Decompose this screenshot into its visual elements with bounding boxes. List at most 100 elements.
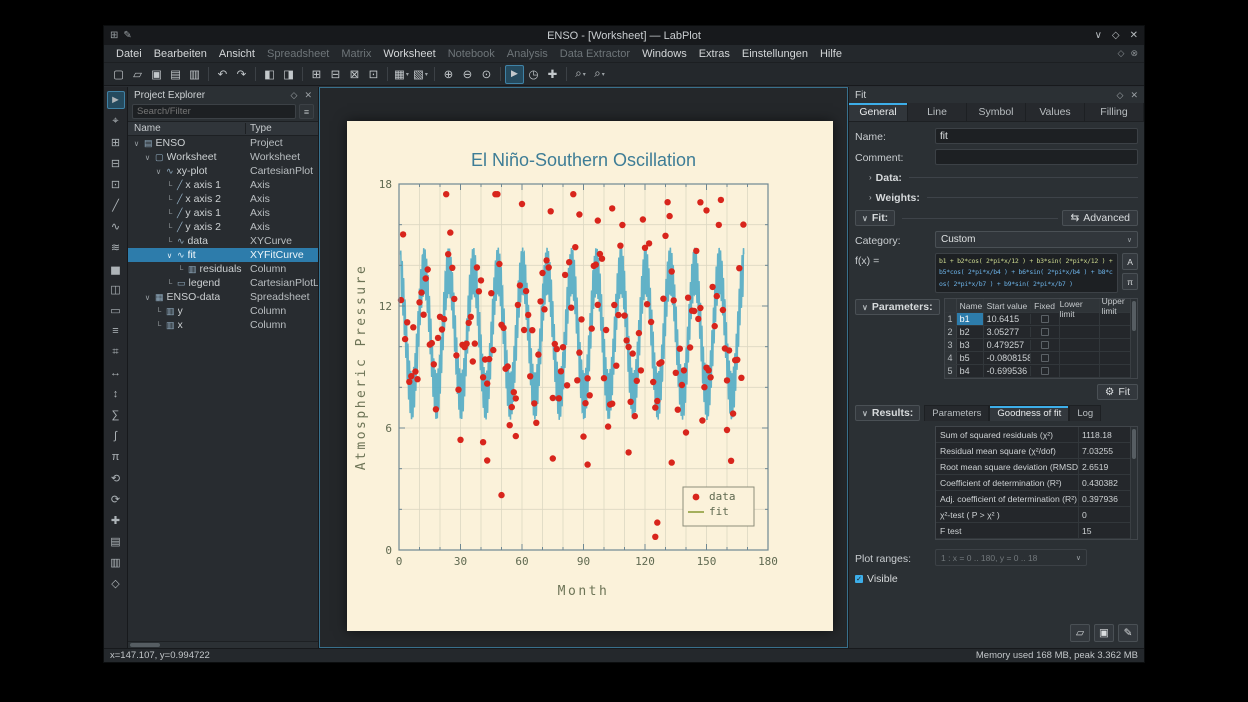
diagonal-axis-icon[interactable]: ╱ — [107, 196, 125, 214]
plot-ranges-select[interactable]: 1 : x = 0 .. 180, y = 0 .. 18∨ — [935, 549, 1087, 566]
tab-symbol[interactable]: Symbol — [967, 103, 1026, 121]
column-header-type[interactable]: Type — [246, 123, 318, 134]
fixed-checkbox[interactable] — [1041, 354, 1049, 362]
param-name-cell[interactable]: b2 — [957, 326, 984, 338]
title-bar[interactable]: ⊞ ✎ ENSO - [Worksheet] — LabPlot ∨ ◇ ✕ — [104, 26, 1144, 45]
search-input[interactable] — [132, 104, 296, 119]
param-name-cell[interactable]: b4 — [957, 365, 984, 377]
add-plot-icon[interactable]: ▦▾ — [392, 65, 411, 84]
menu-extras[interactable]: Extras — [693, 48, 736, 60]
insert-constants-button[interactable]: A — [1122, 253, 1138, 270]
menu-windows[interactable]: Windows — [636, 48, 693, 60]
layout-rows-icon[interactable]: ▤ — [107, 532, 125, 550]
tree-item-enso[interactable]: ∨▤ENSOProject — [128, 136, 318, 150]
menu-spreadsheet[interactable]: Spreadsheet — [261, 48, 335, 60]
save-template-button[interactable]: ▣ — [1094, 624, 1114, 642]
zoom-in-icon[interactable]: ⊕ — [439, 65, 458, 84]
scale-y-icon[interactable]: ↕ — [107, 385, 125, 403]
redo-icon[interactable]: ↷ — [232, 65, 251, 84]
param-row-b3[interactable]: 3b30.479257 — [945, 339, 1130, 352]
print-preview-icon[interactable]: ▥ — [185, 65, 204, 84]
scale-x-icon[interactable]: ↔ — [107, 364, 125, 382]
data-section-header[interactable]: Data: — [876, 172, 902, 184]
param-fixed-cell[interactable] — [1031, 339, 1060, 351]
shape-icon[interactable]: ◇ — [107, 574, 125, 592]
edit-template-button[interactable]: ✎ — [1118, 624, 1138, 642]
results-tab-log[interactable]: Log — [1069, 405, 1101, 421]
parameters-table[interactable]: NameStart valueFixedLower limitUpper lim… — [944, 298, 1138, 379]
param-start-value-cell[interactable]: -0.0808158 — [984, 353, 1031, 363]
results-table[interactable]: Sum of squared residuals (χ²)1118.18Resi… — [935, 426, 1138, 540]
param-row-b4[interactable]: 5b4-0.699536 — [945, 365, 1130, 378]
add-plot-area-icon[interactable]: ⊡ — [107, 175, 125, 193]
tree-item-fit[interactable]: ∨∿fitXYFitCurve — [128, 248, 318, 262]
results-section-header[interactable]: ∨Results: — [855, 405, 920, 421]
new-matrix-icon[interactable]: ⊟ — [326, 65, 345, 84]
param-lower-limit-cell[interactable] — [1060, 313, 1100, 325]
crosshair-icon[interactable]: ✚ — [543, 65, 562, 84]
new-worksheet-icon[interactable]: ⊠ — [345, 65, 364, 84]
add-text-icon[interactable]: ≡ — [107, 322, 125, 340]
menu-hilfe[interactable]: Hilfe — [814, 48, 848, 60]
magnification-icon[interactable]: ⌕▾ — [571, 65, 590, 84]
menu-bearbeiten[interactable]: Bearbeiten — [148, 48, 213, 60]
new-notebook-icon[interactable]: ⊡ — [364, 65, 383, 84]
menu-analysis[interactable]: Analysis — [501, 48, 554, 60]
tree-item-y[interactable]: └▥yColumn — [128, 304, 318, 318]
explorer-hscrollbar[interactable] — [128, 641, 318, 648]
select-pointer-icon[interactable]: ► — [505, 65, 524, 84]
zoom-select-icon[interactable]: ⌖ — [107, 112, 125, 130]
param-start-value-cell[interactable]: 3.05277 — [984, 327, 1031, 337]
results-tab-parameters[interactable]: Parameters — [924, 405, 989, 421]
rotate-right-icon[interactable]: ⟳ — [107, 490, 125, 508]
presenter-mode-icon[interactable]: ⌕▾ — [590, 65, 609, 84]
weights-section-chevron-icon[interactable]: › — [869, 193, 872, 202]
data-section-chevron-icon[interactable]: › — [869, 173, 872, 182]
toggle-explorer-icon[interactable]: ◧ — [260, 65, 279, 84]
name-field[interactable] — [935, 128, 1138, 144]
parameters-section-header[interactable]: ∨Parameters: — [855, 299, 940, 315]
add-smooth-icon[interactable]: ≋ — [107, 238, 125, 256]
mdi-close-button[interactable]: ⊗ — [1130, 48, 1138, 59]
insert-functions-button[interactable]: π — [1122, 273, 1138, 290]
expand-arrow-icon[interactable]: ∨ — [132, 139, 141, 148]
menu-ansicht[interactable]: Ansicht — [213, 48, 261, 60]
tab-line[interactable]: Line — [908, 103, 967, 121]
tab-values[interactable]: Values — [1026, 103, 1085, 121]
add-grid-lines-icon[interactable]: ⌗ — [107, 343, 125, 361]
visible-checkbox[interactable]: ✓ — [855, 575, 863, 583]
weights-section-header[interactable]: Weights: — [876, 192, 920, 204]
param-start-value-cell[interactable]: 10.6415 — [984, 314, 1031, 324]
tree-item-legend[interactable]: └▭legendCartesianPlotLegen — [128, 276, 318, 290]
mouse-mode-icon[interactable]: ► — [107, 91, 125, 109]
param-fixed-cell[interactable] — [1031, 352, 1060, 364]
menu-matrix[interactable]: Matrix — [335, 48, 377, 60]
save-project-icon[interactable]: ▣ — [147, 65, 166, 84]
dock-close-button[interactable]: ✕ — [1130, 90, 1138, 101]
menu-notebook[interactable]: Notebook — [442, 48, 501, 60]
menu-worksheet[interactable]: Worksheet — [377, 48, 441, 60]
minimize-button[interactable]: ∨ — [1095, 26, 1102, 45]
param-lower-limit-cell[interactable] — [1060, 352, 1100, 364]
tree-item-residuals[interactable]: └▥residualsColumn — [128, 262, 318, 276]
formula-editor[interactable]: b1 + b2*cos( 2*pi*x/12 ) + b3*sin( 2*pi*… — [935, 253, 1118, 293]
fixed-checkbox[interactable] — [1041, 315, 1049, 323]
load-template-button[interactable]: ▱ — [1070, 624, 1090, 642]
tree-item-x-axis-2[interactable]: └╱x axis 2Axis — [128, 192, 318, 206]
sum-icon[interactable]: ∑ — [107, 406, 125, 424]
close-button[interactable]: ✕ — [1130, 26, 1138, 45]
explorer-float-button[interactable]: ◇ — [291, 90, 298, 101]
parameters-table-scrollbar[interactable] — [1130, 299, 1137, 378]
undo-icon[interactable]: ↶ — [213, 65, 232, 84]
tab-general[interactable]: General — [849, 103, 908, 121]
param-start-value-cell[interactable]: 0.479257 — [984, 340, 1031, 350]
column-header-name[interactable]: Name — [128, 123, 246, 134]
results-tab-goodness-of-fit[interactable]: Goodness of fit — [989, 405, 1069, 421]
fit-section-header[interactable]: ∨Fit: — [855, 210, 895, 226]
param-row-b2[interactable]: 2b23.05277 — [945, 326, 1130, 339]
param-row-b5[interactable]: 4b5-0.0808158 — [945, 352, 1130, 365]
tree-item-y-axis-2[interactable]: └╱y axis 2Axis — [128, 220, 318, 234]
enso-plot[interactable]: 0306090120150180061218El Niño-Southern O… — [347, 121, 833, 631]
menu-data-extractor[interactable]: Data Extractor — [554, 48, 636, 60]
param-lower-limit-cell[interactable] — [1060, 339, 1100, 351]
